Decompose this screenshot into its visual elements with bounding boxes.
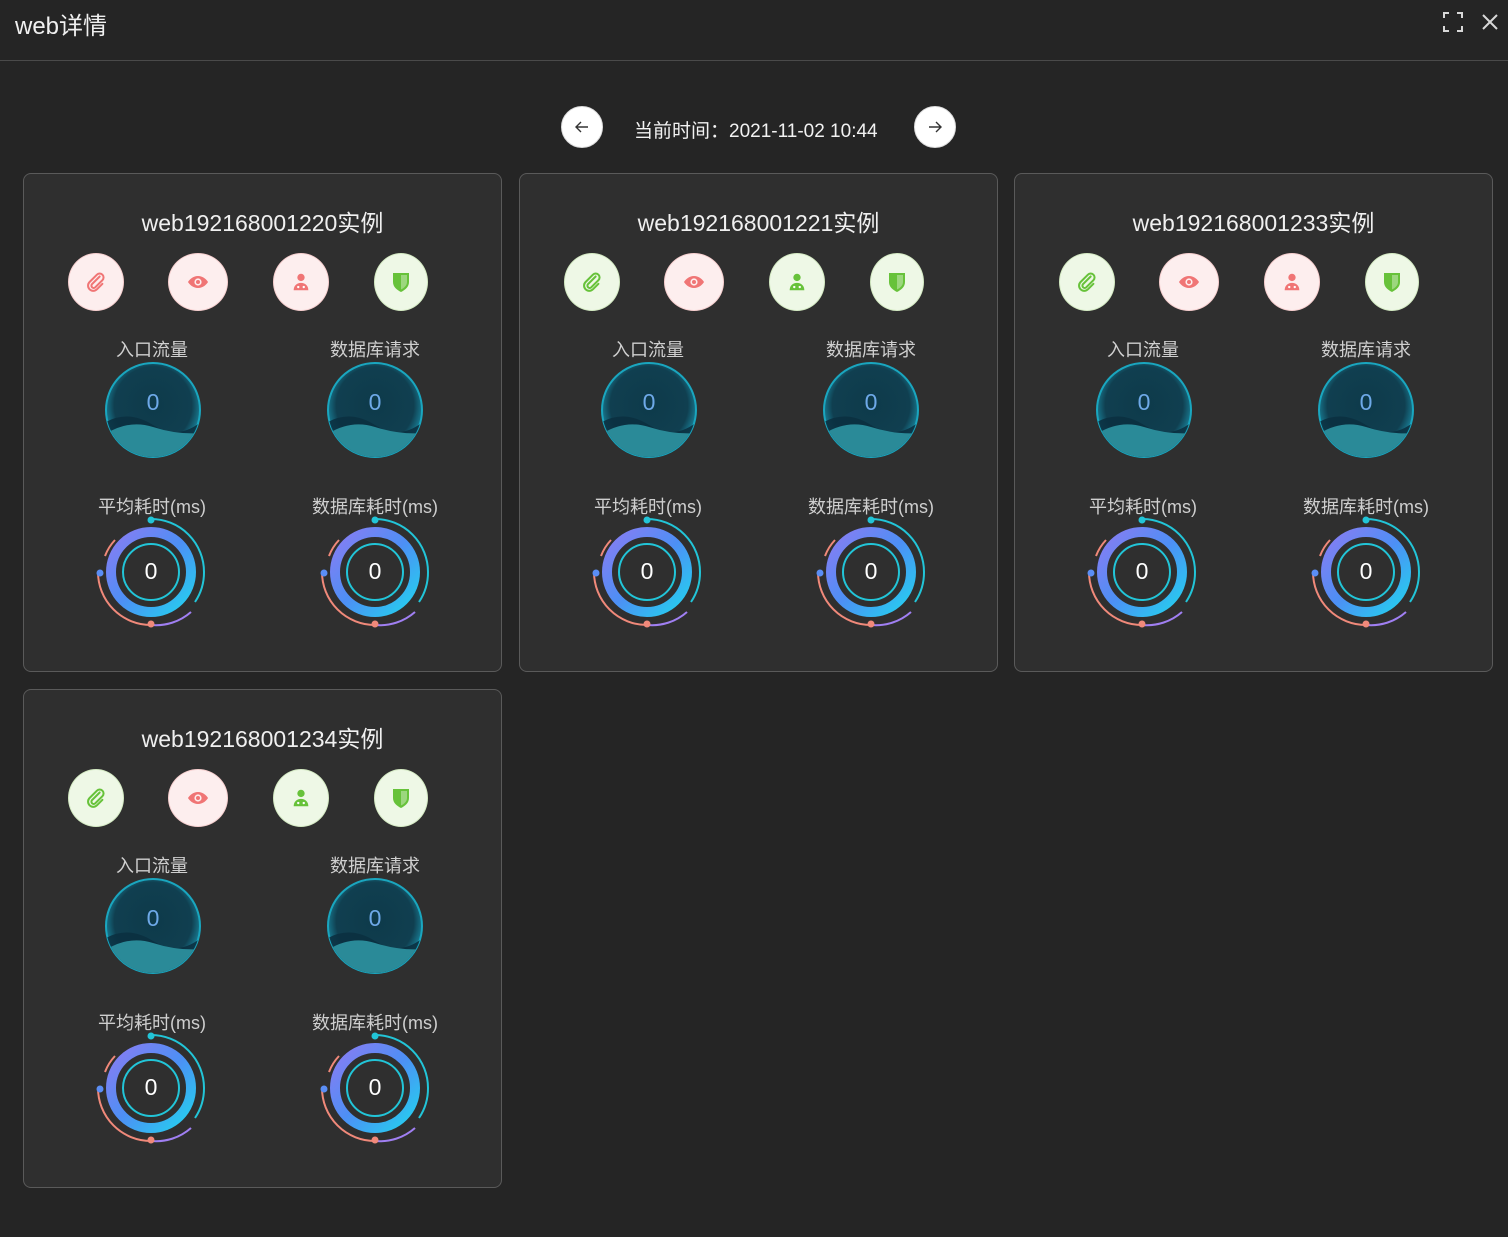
db-latency-ring-gauge: 0: [1310, 516, 1422, 628]
db-requests-wave-gauge: 0: [326, 877, 424, 975]
ingress-label: 入口流量: [1107, 340, 1179, 360]
instance-card: web192168001220实例 入口流量 数据库请求 0 0 平均耗时(ms…: [23, 173, 502, 672]
db-requests-label: 数据库请求: [1321, 340, 1411, 360]
instance-card: web192168001221实例 入口流量 数据库请求 0 0 平均耗时(ms…: [519, 173, 998, 672]
db-latency-value: 0: [368, 1074, 382, 1100]
avg-latency-ring-gauge: 0: [591, 516, 703, 628]
db-latency-value: 0: [1359, 558, 1373, 584]
eye-icon[interactable]: [664, 253, 724, 311]
next-time-button[interactable]: [914, 106, 956, 148]
instance-card: web192168001234实例 入口流量 数据库请求 0 0 平均耗时(ms…: [23, 689, 502, 1188]
instance-title: web192168001233实例: [1132, 210, 1375, 236]
ingress-value: 0: [1137, 389, 1151, 415]
ingress-label: 入口流量: [612, 340, 684, 360]
ingress-value: 0: [146, 905, 160, 931]
avg-latency-value: 0: [640, 558, 654, 584]
avg-latency-ring-gauge: 0: [95, 516, 207, 628]
user-doctor-icon[interactable]: [273, 253, 329, 311]
shield-icon[interactable]: [870, 253, 924, 311]
window-title: web详情: [15, 13, 108, 40]
db-latency-ring-gauge: 0: [815, 516, 927, 628]
ingress-wave-gauge: 0: [104, 361, 202, 459]
avg-latency-ring-gauge: 0: [95, 1032, 207, 1144]
db-latency-ring-gauge: 0: [319, 1032, 431, 1144]
avg-latency-value: 0: [1135, 558, 1149, 584]
time-navigator: 当前时间：2021-11-02 10:44: [560, 106, 960, 150]
ingress-value: 0: [146, 389, 160, 415]
user-doctor-icon[interactable]: [769, 253, 825, 311]
user-doctor-icon[interactable]: [273, 769, 329, 827]
shield-icon[interactable]: [1365, 253, 1419, 311]
db-requests-wave-gauge: 0: [326, 361, 424, 459]
user-doctor-icon[interactable]: [1264, 253, 1320, 311]
db-requests-value: 0: [864, 389, 878, 415]
avg-latency-value: 0: [144, 558, 158, 584]
paperclip-icon[interactable]: [564, 253, 620, 311]
fullscreen-icon[interactable]: [1441, 10, 1465, 34]
paperclip-icon[interactable]: [1059, 253, 1115, 311]
close-icon[interactable]: [1478, 10, 1502, 34]
db-latency-value: 0: [368, 558, 382, 584]
db-requests-label: 数据库请求: [826, 340, 916, 360]
paperclip-icon[interactable]: [68, 253, 124, 311]
instance-title: web192168001220实例: [141, 210, 384, 236]
ingress-label: 入口流量: [116, 856, 188, 876]
db-latency-ring-gauge: 0: [319, 516, 431, 628]
eye-icon[interactable]: [168, 253, 228, 311]
db-requests-wave-gauge: 0: [822, 361, 920, 459]
instance-title: web192168001234实例: [141, 726, 384, 752]
ingress-value: 0: [642, 389, 656, 415]
db-requests-label: 数据库请求: [330, 856, 420, 876]
db-requests-value: 0: [1359, 389, 1373, 415]
db-requests-wave-gauge: 0: [1317, 361, 1415, 459]
eye-icon[interactable]: [1159, 253, 1219, 311]
db-requests-value: 0: [368, 389, 382, 415]
ingress-label: 入口流量: [116, 340, 188, 360]
shield-icon[interactable]: [374, 769, 428, 827]
arrow-right-icon: [929, 121, 942, 133]
ingress-wave-gauge: 0: [104, 877, 202, 975]
eye-icon[interactable]: [168, 769, 228, 827]
db-requests-value: 0: [368, 905, 382, 931]
shield-icon[interactable]: [374, 253, 428, 311]
avg-latency-value: 0: [144, 1074, 158, 1100]
instance-title: web192168001221实例: [637, 210, 880, 236]
avg-latency-ring-gauge: 0: [1086, 516, 1198, 628]
paperclip-icon[interactable]: [68, 769, 124, 827]
current-time: 当前时间：2021-11-02 10:44: [634, 121, 878, 142]
db-latency-value: 0: [864, 558, 878, 584]
ingress-wave-gauge: 0: [600, 361, 698, 459]
db-requests-label: 数据库请求: [330, 340, 420, 360]
prev-time-button[interactable]: [561, 106, 603, 148]
arrow-left-icon: [575, 121, 588, 133]
instance-card: web192168001233实例 入口流量 数据库请求 0 0 平均耗时(ms…: [1014, 173, 1493, 672]
ingress-wave-gauge: 0: [1095, 361, 1193, 459]
window-header: web详情: [0, 0, 1508, 61]
